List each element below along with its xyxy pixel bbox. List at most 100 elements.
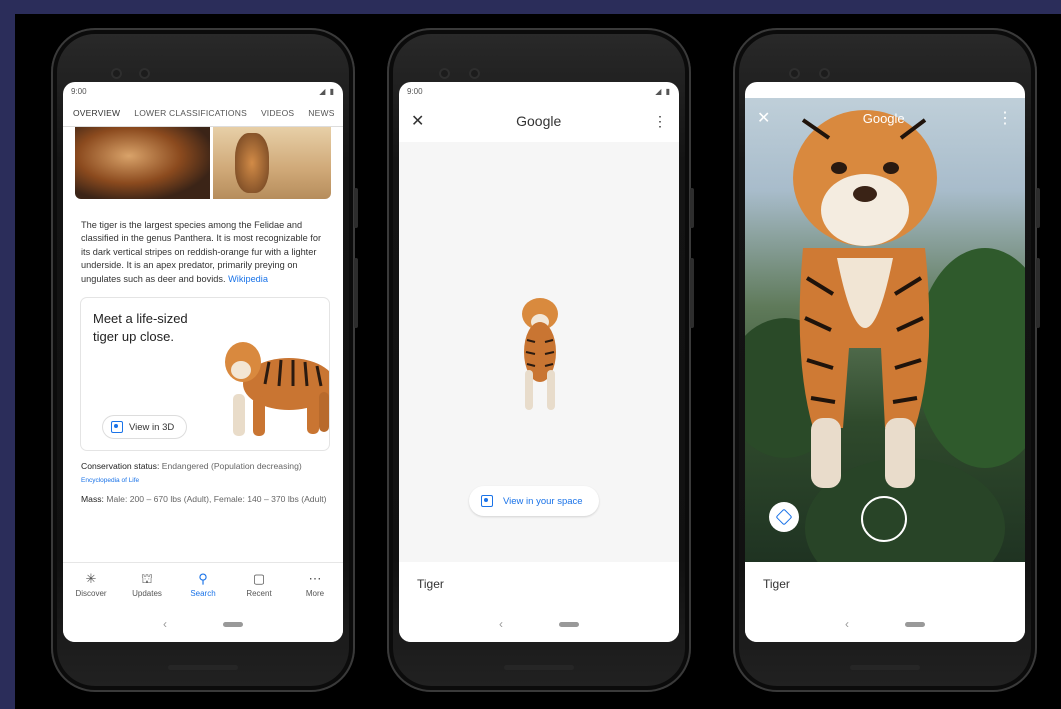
volume-button bbox=[690, 258, 694, 328]
tiger-photo-walking[interactable] bbox=[213, 127, 331, 199]
3d-mode-button[interactable] bbox=[769, 502, 799, 532]
front-sensor bbox=[819, 68, 830, 79]
phone-ar-view: 9:00 ◢ ▮ ✕ Google ⋮ Tiger ‹ bbox=[733, 28, 1040, 692]
volume-button bbox=[354, 258, 358, 328]
power-button bbox=[354, 188, 358, 228]
system-gesture-bar: ‹ bbox=[399, 606, 679, 642]
system-gesture-bar: ‹ bbox=[745, 606, 1025, 642]
facts-section: Conservation status: Endangered (Populat… bbox=[81, 460, 329, 506]
nav-recent[interactable]: ▢ Recent bbox=[234, 571, 284, 599]
conservation-row: Conservation status: Endangered (Populat… bbox=[81, 460, 329, 487]
nav-recent-label: Recent bbox=[246, 589, 272, 598]
object-title: Tiger bbox=[763, 577, 790, 591]
front-sensor bbox=[469, 68, 480, 79]
phone-3d-viewer: 9:00 ◢ ▮ ✕ Google ⋮ View in your space T… bbox=[387, 28, 694, 692]
image-carousel bbox=[75, 127, 331, 199]
ar-view-icon bbox=[481, 495, 493, 507]
wikipedia-link[interactable]: Wikipedia bbox=[228, 274, 268, 284]
knowledge-tabs: OVERVIEW LOWER CLASSIFICATIONS VIDEOS NE… bbox=[63, 100, 343, 127]
overflow-menu-icon[interactable]: ⋮ bbox=[653, 113, 667, 130]
nav-discover-label: Discover bbox=[75, 589, 107, 598]
volume-button bbox=[1036, 258, 1040, 328]
conservation-source-link[interactable]: Encyclopedia of Life bbox=[81, 477, 139, 484]
google-logo: Google bbox=[516, 113, 562, 129]
nav-search[interactable]: ⚲ Search bbox=[178, 571, 228, 599]
nav-more[interactable]: ⋯ More bbox=[290, 571, 340, 599]
status-time: 9:00 bbox=[71, 86, 87, 96]
view-in-3d-label: View in 3D bbox=[129, 421, 175, 433]
more-icon: ⋯ bbox=[308, 571, 322, 586]
mass-row: Mass: Male: 200 – 670 lbs (Adult), Femal… bbox=[81, 493, 329, 506]
back-icon[interactable]: ‹ bbox=[499, 617, 503, 631]
updates-icon: ⛫ bbox=[141, 571, 153, 586]
view-in-your-space-button[interactable]: View in your space bbox=[469, 486, 599, 516]
overflow-menu-icon[interactable]: ⋮ bbox=[997, 108, 1013, 128]
mass-label: Mass: bbox=[81, 494, 104, 505]
close-icon[interactable]: ✕ bbox=[411, 111, 424, 131]
tiger-ar-model bbox=[793, 110, 937, 488]
back-icon[interactable]: ‹ bbox=[163, 617, 167, 631]
bottom-navigation: ✳ Discover ⛫ Updates ⚲ Search ▢ Recent ⋯ bbox=[63, 562, 343, 607]
object-title-bar: Tiger bbox=[745, 562, 1025, 606]
view-in-3d-button[interactable]: View in 3D bbox=[103, 416, 187, 439]
cube-icon bbox=[775, 508, 793, 526]
home-pill[interactable] bbox=[223, 621, 243, 627]
conservation-label: Conservation status: bbox=[81, 461, 160, 472]
signal-battery-icon: ◢ ▮ bbox=[1001, 86, 1017, 96]
screen: 9:00 ◢ ▮ ✕ Google ⋮ View in your space T… bbox=[399, 82, 679, 642]
conservation-value: Endangered (Population decreasing) bbox=[161, 461, 302, 472]
ar-view-icon bbox=[111, 421, 123, 434]
tab-lower-classifications[interactable]: LOWER CLASSIFICATIONS bbox=[134, 108, 247, 118]
status-time: 9:00 bbox=[407, 86, 423, 96]
signal-battery-icon: ◢ ▮ bbox=[655, 86, 671, 96]
ar-promo-card[interactable]: Meet a life-sized tiger up close. View i… bbox=[81, 298, 329, 450]
discover-icon: ✳ bbox=[85, 571, 97, 586]
object-title-bar: Tiger bbox=[399, 562, 679, 606]
nav-updates[interactable]: ⛫ Updates bbox=[122, 571, 172, 599]
status-bar: 9:00 ◢ ▮ bbox=[63, 82, 343, 100]
nav-more-label: More bbox=[305, 589, 325, 598]
description-text: The tiger is the largest species among t… bbox=[81, 220, 322, 284]
object-title: Tiger bbox=[417, 577, 444, 591]
ar-card-headline: Meet a life-sized tiger up close. bbox=[93, 311, 188, 345]
status-bar: 9:00 ◢ ▮ bbox=[745, 82, 1025, 100]
tab-videos[interactable]: VIDEOS bbox=[261, 108, 294, 118]
search-icon: ⚲ bbox=[198, 571, 208, 586]
recent-icon: ▢ bbox=[252, 571, 266, 586]
nav-updates-label: Updates bbox=[132, 589, 162, 598]
viewer-top-bar: ✕ Google ⋮ bbox=[399, 100, 679, 142]
front-camera bbox=[789, 68, 800, 79]
power-button bbox=[690, 188, 694, 228]
presentation-stage: 9:00 ◢ ▮ OVERVIEW LOWER CLASSIFICATIONS … bbox=[15, 14, 1061, 709]
system-gesture-bar: ‹ bbox=[63, 606, 343, 642]
screen: 9:00 ◢ ▮ OVERVIEW LOWER CLASSIFICATIONS … bbox=[63, 82, 343, 642]
home-pill[interactable] bbox=[559, 621, 579, 627]
home-pill[interactable] bbox=[905, 621, 925, 627]
view-in-your-space-label: View in your space bbox=[503, 495, 583, 507]
screen: 9:00 ◢ ▮ ✕ Google ⋮ Tiger ‹ bbox=[745, 82, 1025, 642]
nav-discover[interactable]: ✳ Discover bbox=[66, 571, 116, 599]
back-icon[interactable]: ‹ bbox=[845, 617, 849, 631]
bottom-speaker bbox=[168, 665, 238, 670]
status-time: 9:00 bbox=[753, 86, 769, 96]
mass-value: Male: 200 – 670 lbs (Adult), Female: 140… bbox=[106, 494, 327, 505]
bottom-speaker bbox=[504, 665, 574, 670]
capture-shutter-button[interactable] bbox=[861, 496, 907, 542]
tab-news[interactable]: NEWS bbox=[308, 108, 334, 118]
camera-ar-scene[interactable] bbox=[745, 98, 1025, 598]
3d-model-viewport[interactable]: View in your space bbox=[399, 142, 679, 562]
earpiece bbox=[842, 50, 928, 56]
tiger-3d-model[interactable] bbox=[507, 290, 573, 414]
tiger-photo-closeup[interactable] bbox=[75, 127, 210, 199]
bottom-speaker bbox=[850, 665, 920, 670]
power-button bbox=[1036, 188, 1040, 228]
tiger-3d-model-image bbox=[225, 342, 329, 437]
close-icon[interactable]: ✕ bbox=[757, 108, 770, 128]
earpiece bbox=[496, 50, 582, 56]
tab-overview[interactable]: OVERVIEW bbox=[73, 108, 120, 118]
tiger-description: The tiger is the largest species among t… bbox=[81, 219, 327, 286]
front-sensor bbox=[139, 68, 150, 79]
nav-search-label: Search bbox=[190, 589, 216, 598]
status-bar: 9:00 ◢ ▮ bbox=[399, 82, 679, 100]
phone-search-results: 9:00 ◢ ▮ OVERVIEW LOWER CLASSIFICATIONS … bbox=[51, 28, 358, 692]
